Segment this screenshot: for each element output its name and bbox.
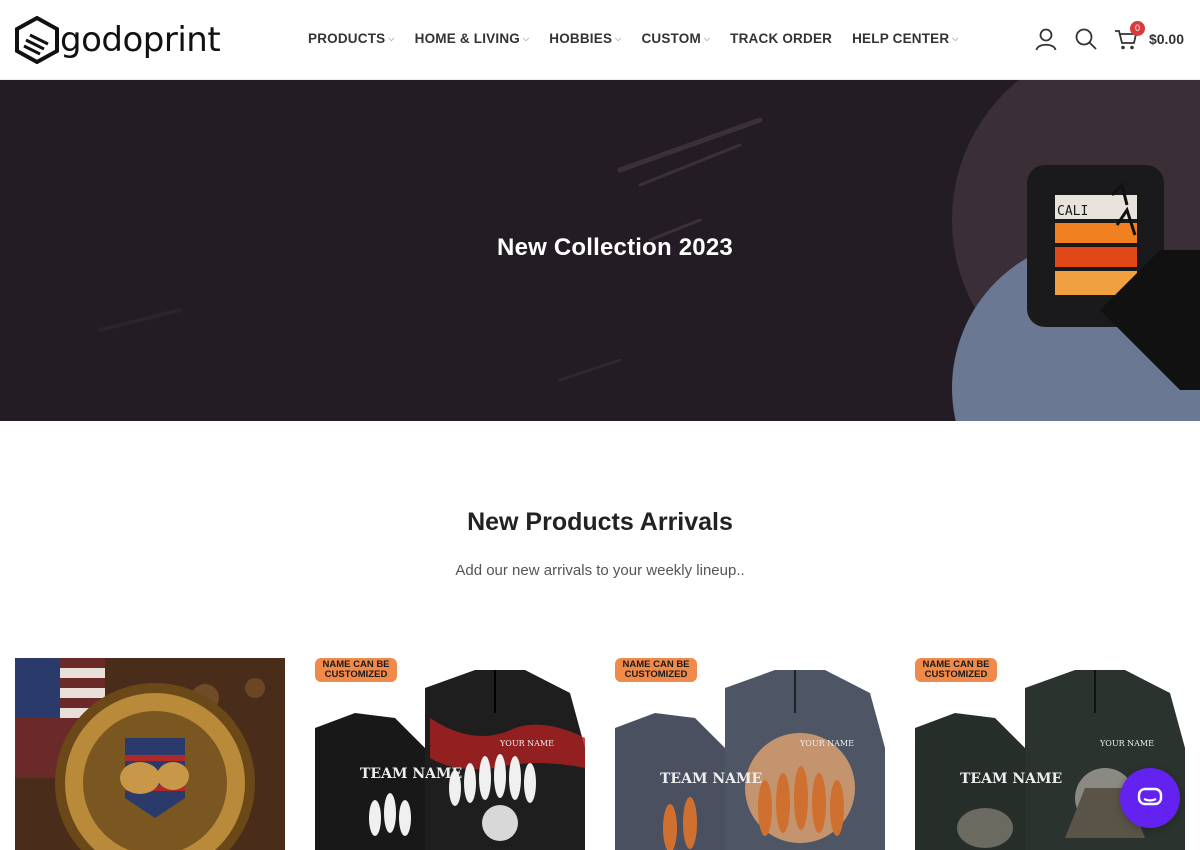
- product-image-jersey: TEAM NAME YOUR NAME: [615, 670, 885, 850]
- hero-banner[interactable]: CALI New Collection 2023: [0, 80, 1200, 421]
- badge-line: CUSTOMIZED: [624, 669, 688, 680]
- jersey-team-text: TEAM NAME: [960, 771, 1062, 787]
- nav-products[interactable]: PRODUCTS ⌵: [308, 31, 395, 46]
- cart-button[interactable]: 0: [1113, 21, 1145, 52]
- header-tools: 0 $0.00: [1019, 21, 1184, 52]
- chevron-down-icon: ⌵: [615, 34, 622, 43]
- chat-button[interactable]: [1120, 768, 1180, 828]
- nav-custom-label: CUSTOM: [641, 31, 701, 46]
- chat-icon: [1137, 787, 1163, 806]
- nav-track-order-label: TRACK ORDER: [730, 31, 833, 46]
- section-title: New Products Arrivals: [467, 508, 733, 536]
- account-icon[interactable]: [1033, 26, 1059, 52]
- section-subtitle: Add our new arrivals to your weekly line…: [455, 562, 745, 579]
- chevron-down-icon: ⌵: [522, 34, 530, 43]
- site-header: godoprint PRODUCTS ⌵ HOME & LIVING ⌵ HOBBI…: [0, 0, 1200, 80]
- nav-home-living[interactable]: HOME & LIVING ⌵: [415, 31, 530, 46]
- product-card[interactable]: NAME CAN BE CUSTOMIZED TEAM NAME YOUR NAM…: [615, 658, 885, 850]
- search-icon[interactable]: [1073, 26, 1099, 52]
- nav-custom[interactable]: CUSTOM ⌵: [641, 31, 710, 46]
- customizable-badge: NAME CAN BE CUSTOMIZED: [315, 658, 397, 682]
- product-grid: NAME CAN BE CUSTOMIZED TEAM NAME YOUR NAM…: [15, 658, 1200, 850]
- nav-hobbies[interactable]: HOBBIES ⌵: [549, 31, 621, 46]
- nav-products-label: PRODUCTS: [308, 31, 386, 46]
- hero-tshirt-sleeve: [1100, 250, 1200, 390]
- cart-total[interactable]: $0.00: [1149, 31, 1184, 47]
- hero-title: New Collection 2023: [497, 234, 733, 261]
- site-logo[interactable]: godoprint: [14, 15, 221, 65]
- tshirt-print-text: CALI: [1057, 204, 1088, 219]
- main-nav: PRODUCTS ⌵ HOME & LIVING ⌵ HOBBIES ⌵ CUSTOM…: [308, 31, 979, 46]
- jersey-your-name: YOUR NAME: [1099, 739, 1154, 748]
- nav-help-center[interactable]: HELP CENTER ⌵: [852, 31, 958, 46]
- product-image-coin: [15, 658, 285, 850]
- badge-line: CUSTOMIZED: [924, 669, 988, 680]
- chevron-down-icon: ⌵: [952, 34, 959, 43]
- nav-hobbies-label: HOBBIES: [549, 31, 613, 46]
- product-card[interactable]: NAME CAN BE CUSTOMIZED TEAM NAME YOUR NAM…: [315, 658, 585, 850]
- logo-text: godoprint: [60, 20, 221, 60]
- jersey-your-name: YOUR NAME: [799, 739, 854, 748]
- chevron-down-icon: ⌵: [703, 34, 711, 43]
- nav-help-center-label: HELP CENTER: [852, 31, 950, 46]
- jersey-team-text: TEAM NAME: [660, 771, 762, 787]
- logo-mark-icon: [15, 16, 59, 64]
- customizable-badge: NAME CAN BE CUSTOMIZED: [915, 658, 997, 682]
- chevron-down-icon: ⌵: [388, 34, 395, 43]
- customizable-badge: NAME CAN BE CUSTOMIZED: [615, 658, 697, 682]
- nav-home-living-label: HOME & LIVING: [414, 31, 520, 46]
- nav-track-order[interactable]: TRACK ORDER: [730, 31, 832, 46]
- badge-line: CUSTOMIZED: [324, 669, 388, 680]
- product-card[interactable]: [15, 658, 285, 850]
- jersey-team-text: TEAM NAME: [360, 766, 462, 782]
- jersey-your-name: YOUR NAME: [499, 739, 554, 748]
- cart-count-badge: 0: [1129, 21, 1145, 36]
- product-image-jersey: TEAM NAME YOUR NAME: [315, 670, 585, 850]
